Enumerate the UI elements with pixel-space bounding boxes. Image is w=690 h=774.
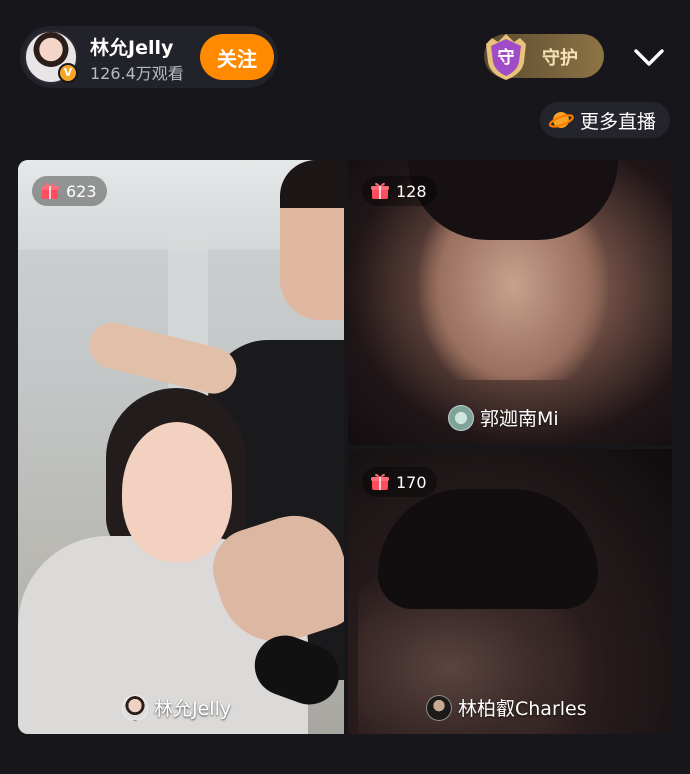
- stream-avatar: [448, 404, 474, 431]
- more-live-button[interactable]: 更多直播: [540, 102, 670, 138]
- person-guest-arm: [84, 317, 242, 399]
- guard-label: 守护: [542, 48, 578, 69]
- stream-name-tag[interactable]: 林柏叡Charles: [426, 694, 587, 721]
- stream-name-tag[interactable]: 林允Jelly: [122, 694, 231, 721]
- gift-icon: [371, 473, 389, 490]
- gift-icon: [41, 182, 59, 199]
- gift-count-pill[interactable]: 128: [362, 176, 437, 206]
- person-host-face: [122, 422, 232, 562]
- planet-icon: [548, 112, 574, 128]
- stream-avatar: [426, 694, 452, 721]
- gift-count-pill[interactable]: 623: [32, 176, 107, 206]
- person-guest-head: [280, 160, 344, 320]
- chevron-down-icon[interactable]: [630, 38, 668, 76]
- guard-badge-char: 守: [498, 47, 515, 68]
- verified-badge-icon: V: [58, 63, 78, 83]
- person-guest-hair: [378, 489, 598, 609]
- gift-icon: [371, 182, 389, 199]
- gift-count: 170: [396, 472, 427, 492]
- stream-tile-guest-1[interactable]: 128 郭迦南Mi: [348, 160, 672, 445]
- gift-count-pill[interactable]: 170: [362, 467, 437, 497]
- stream-tile-guest-2[interactable]: 170 林柏叡Charles: [348, 449, 672, 734]
- stream-name: 林允Jelly: [154, 698, 232, 720]
- follow-button[interactable]: 关注: [200, 34, 274, 80]
- stream-avatar: [122, 694, 148, 721]
- host-view-count: 126.4万观看: [90, 64, 184, 83]
- stream-name: 林柏叡Charles: [458, 698, 587, 720]
- gift-count: 623: [66, 181, 97, 201]
- gift-count: 128: [396, 181, 427, 201]
- shield-icon: 守: [486, 34, 526, 80]
- stream-name-tag[interactable]: 郭迦南Mi: [448, 404, 559, 431]
- live-header: V 林允Jelly 126.4万观看 关注 守 守护: [0, 0, 690, 110]
- host-name: 林允Jelly: [90, 37, 174, 59]
- stream-tile-main[interactable]: 623 林允Jelly: [18, 160, 344, 734]
- more-live-label: 更多直播: [580, 110, 657, 133]
- stream-name: 郭迦南Mi: [480, 408, 559, 430]
